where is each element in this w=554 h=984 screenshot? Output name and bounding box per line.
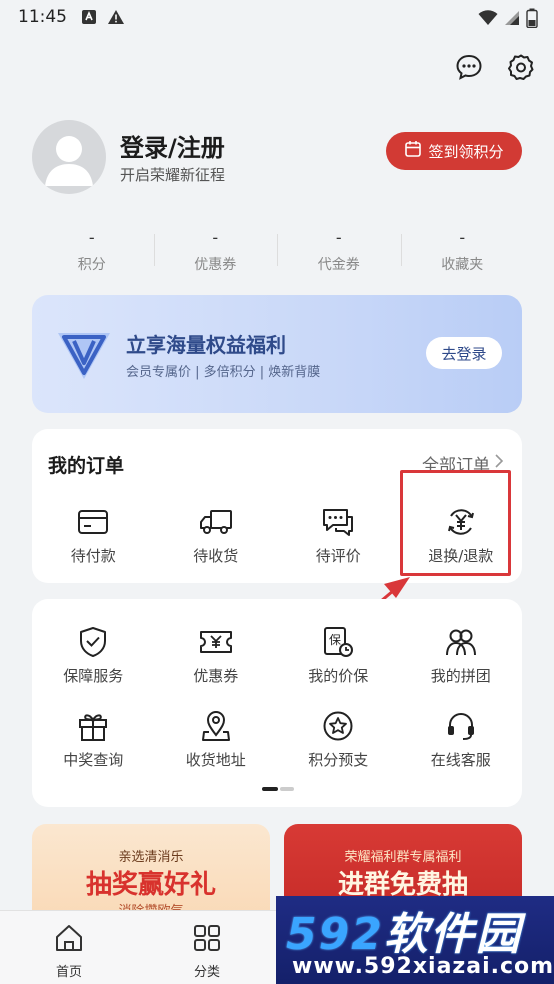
- settings-gear-icon[interactable]: [506, 52, 536, 82]
- comment-icon: [320, 505, 356, 539]
- vip-logo-icon: [50, 321, 118, 387]
- home-icon: [54, 923, 84, 957]
- nav-category[interactable]: 分类: [138, 911, 276, 984]
- service-label: 收货地址: [185, 751, 246, 769]
- banner-login-button[interactable]: 去登录: [426, 337, 502, 369]
- shield-icon: [75, 625, 111, 659]
- stat-label: 积分: [77, 257, 106, 273]
- card-icon: [75, 505, 111, 539]
- battery-icon: [526, 8, 538, 33]
- orders-title: 我的订单: [48, 455, 125, 477]
- stat-label: 收藏夹: [441, 257, 484, 273]
- service-label: 中奖查询: [63, 751, 124, 769]
- points-star-icon: [320, 709, 356, 743]
- stats-row: - 积分 - 优惠券 - 代金券 - 收藏夹: [30, 228, 524, 276]
- checkin-label: 签到领积分: [428, 142, 504, 161]
- service-label: 积分预支: [308, 751, 369, 769]
- service-label: 我的拼团: [430, 667, 491, 685]
- service-prize-query[interactable]: 中奖查询: [32, 709, 155, 770]
- grid-icon: [192, 923, 222, 957]
- watermark-number: 592: [286, 909, 384, 960]
- stat-points[interactable]: - 积分: [30, 228, 154, 276]
- profile-subtitle: 开启荣耀新征程: [120, 166, 226, 184]
- group-buy-icon: [443, 625, 479, 659]
- signal-icon: [504, 10, 520, 31]
- page-dot-active: [262, 787, 278, 791]
- headset-icon: [443, 709, 479, 743]
- service-label: 在线客服: [430, 751, 491, 769]
- status-right: [478, 8, 538, 33]
- stat-value: -: [212, 228, 219, 247]
- watermark-text: 软件园: [383, 909, 522, 960]
- warning-icon: [107, 9, 124, 25]
- order-label: 待付款: [70, 547, 116, 565]
- stat-label: 优惠券: [194, 257, 237, 273]
- calendar-icon: [404, 140, 422, 162]
- service-price-protection[interactable]: 保 我的价保: [277, 625, 400, 686]
- message-icon[interactable]: [454, 52, 484, 82]
- service-coupons[interactable]: 优惠券: [155, 625, 278, 686]
- order-label: 待评价: [315, 547, 361, 565]
- location-icon: [198, 709, 234, 743]
- nav-label: 首页: [55, 965, 82, 980]
- promo-subtitle: 亲选清消乐: [118, 850, 184, 865]
- service-label: 优惠券: [193, 667, 239, 685]
- gift-icon: [75, 709, 111, 743]
- services-row-2: 中奖查询 收货地址 积分预支 在线客服: [32, 709, 522, 770]
- order-pending-review[interactable]: 待评价: [277, 505, 400, 566]
- service-label: 保障服务: [63, 667, 124, 685]
- coupon-icon: [198, 625, 234, 659]
- promo-title: 抽奖赢好礼: [85, 870, 216, 900]
- services-card: 保障服务 优惠券 保 我的价保 我的拼团 中奖查询 收货地址 积分预支 在线客服: [32, 599, 522, 807]
- order-pending-receipt[interactable]: 待收货: [155, 505, 278, 566]
- services-row-1: 保障服务 优惠券 保 我的价保 我的拼团: [32, 625, 522, 686]
- stat-favorites[interactable]: - 收藏夹: [400, 228, 525, 276]
- order-pending-payment[interactable]: 待付款: [32, 505, 155, 566]
- promo-subtitle: 荣耀福利群专属福利: [344, 850, 462, 865]
- service-label: 我的价保: [308, 667, 369, 685]
- page-dot: [280, 787, 294, 791]
- profile-header: 登录/注册 开启荣耀新征程 签到领积分: [32, 120, 522, 200]
- banner-title: 立享海量权益福利: [126, 333, 286, 357]
- service-group-buy[interactable]: 我的拼团: [400, 625, 523, 686]
- wifi-icon: [478, 10, 498, 31]
- banner-subtitle: 会员专属价 | 多倍积分 | 焕新背膜: [126, 365, 321, 380]
- stat-value: -: [459, 228, 466, 247]
- nav-label: 分类: [193, 965, 220, 980]
- checkin-button[interactable]: 签到领积分: [386, 132, 522, 170]
- service-protection[interactable]: 保障服务: [32, 625, 155, 686]
- top-actions: [454, 52, 536, 82]
- page-indicator: [262, 787, 294, 791]
- nav-home[interactable]: 首页: [0, 911, 138, 984]
- stat-value: -: [335, 228, 342, 247]
- login-register-link[interactable]: 登录/注册: [120, 128, 225, 163]
- stat-label: 代金券: [317, 257, 360, 273]
- truck-icon: [198, 505, 234, 539]
- price-protect-icon: 保: [320, 625, 356, 659]
- highlight-box: [400, 470, 511, 576]
- app-notification-icon: [81, 9, 97, 25]
- promo-lottery-card[interactable]: 亲选清消乐 抽奖赢好礼 消除攒欧气: [32, 824, 270, 924]
- service-points-advance[interactable]: 积分预支: [277, 709, 400, 770]
- stat-value: -: [88, 228, 95, 247]
- status-bar: 11:45: [0, 0, 554, 34]
- order-label: 待收货: [193, 547, 239, 565]
- site-watermark: 592软件园 www.592xiazai.com: [276, 896, 554, 984]
- avatar[interactable]: [32, 120, 106, 194]
- watermark-url: www.592xiazai.com: [292, 954, 554, 979]
- stat-vouchers[interactable]: - 代金券: [277, 228, 401, 276]
- svg-text:保: 保: [329, 633, 341, 647]
- service-online-support[interactable]: 在线客服: [400, 709, 523, 770]
- membership-banner[interactable]: 立享海量权益福利 会员专属价 | 多倍积分 | 焕新背膜 去登录: [32, 295, 522, 413]
- stat-coupons[interactable]: - 优惠券: [153, 228, 278, 276]
- status-time: 11:45: [18, 7, 67, 27]
- watermark-brand: 592软件园: [286, 898, 522, 962]
- service-address[interactable]: 收货地址: [155, 709, 278, 770]
